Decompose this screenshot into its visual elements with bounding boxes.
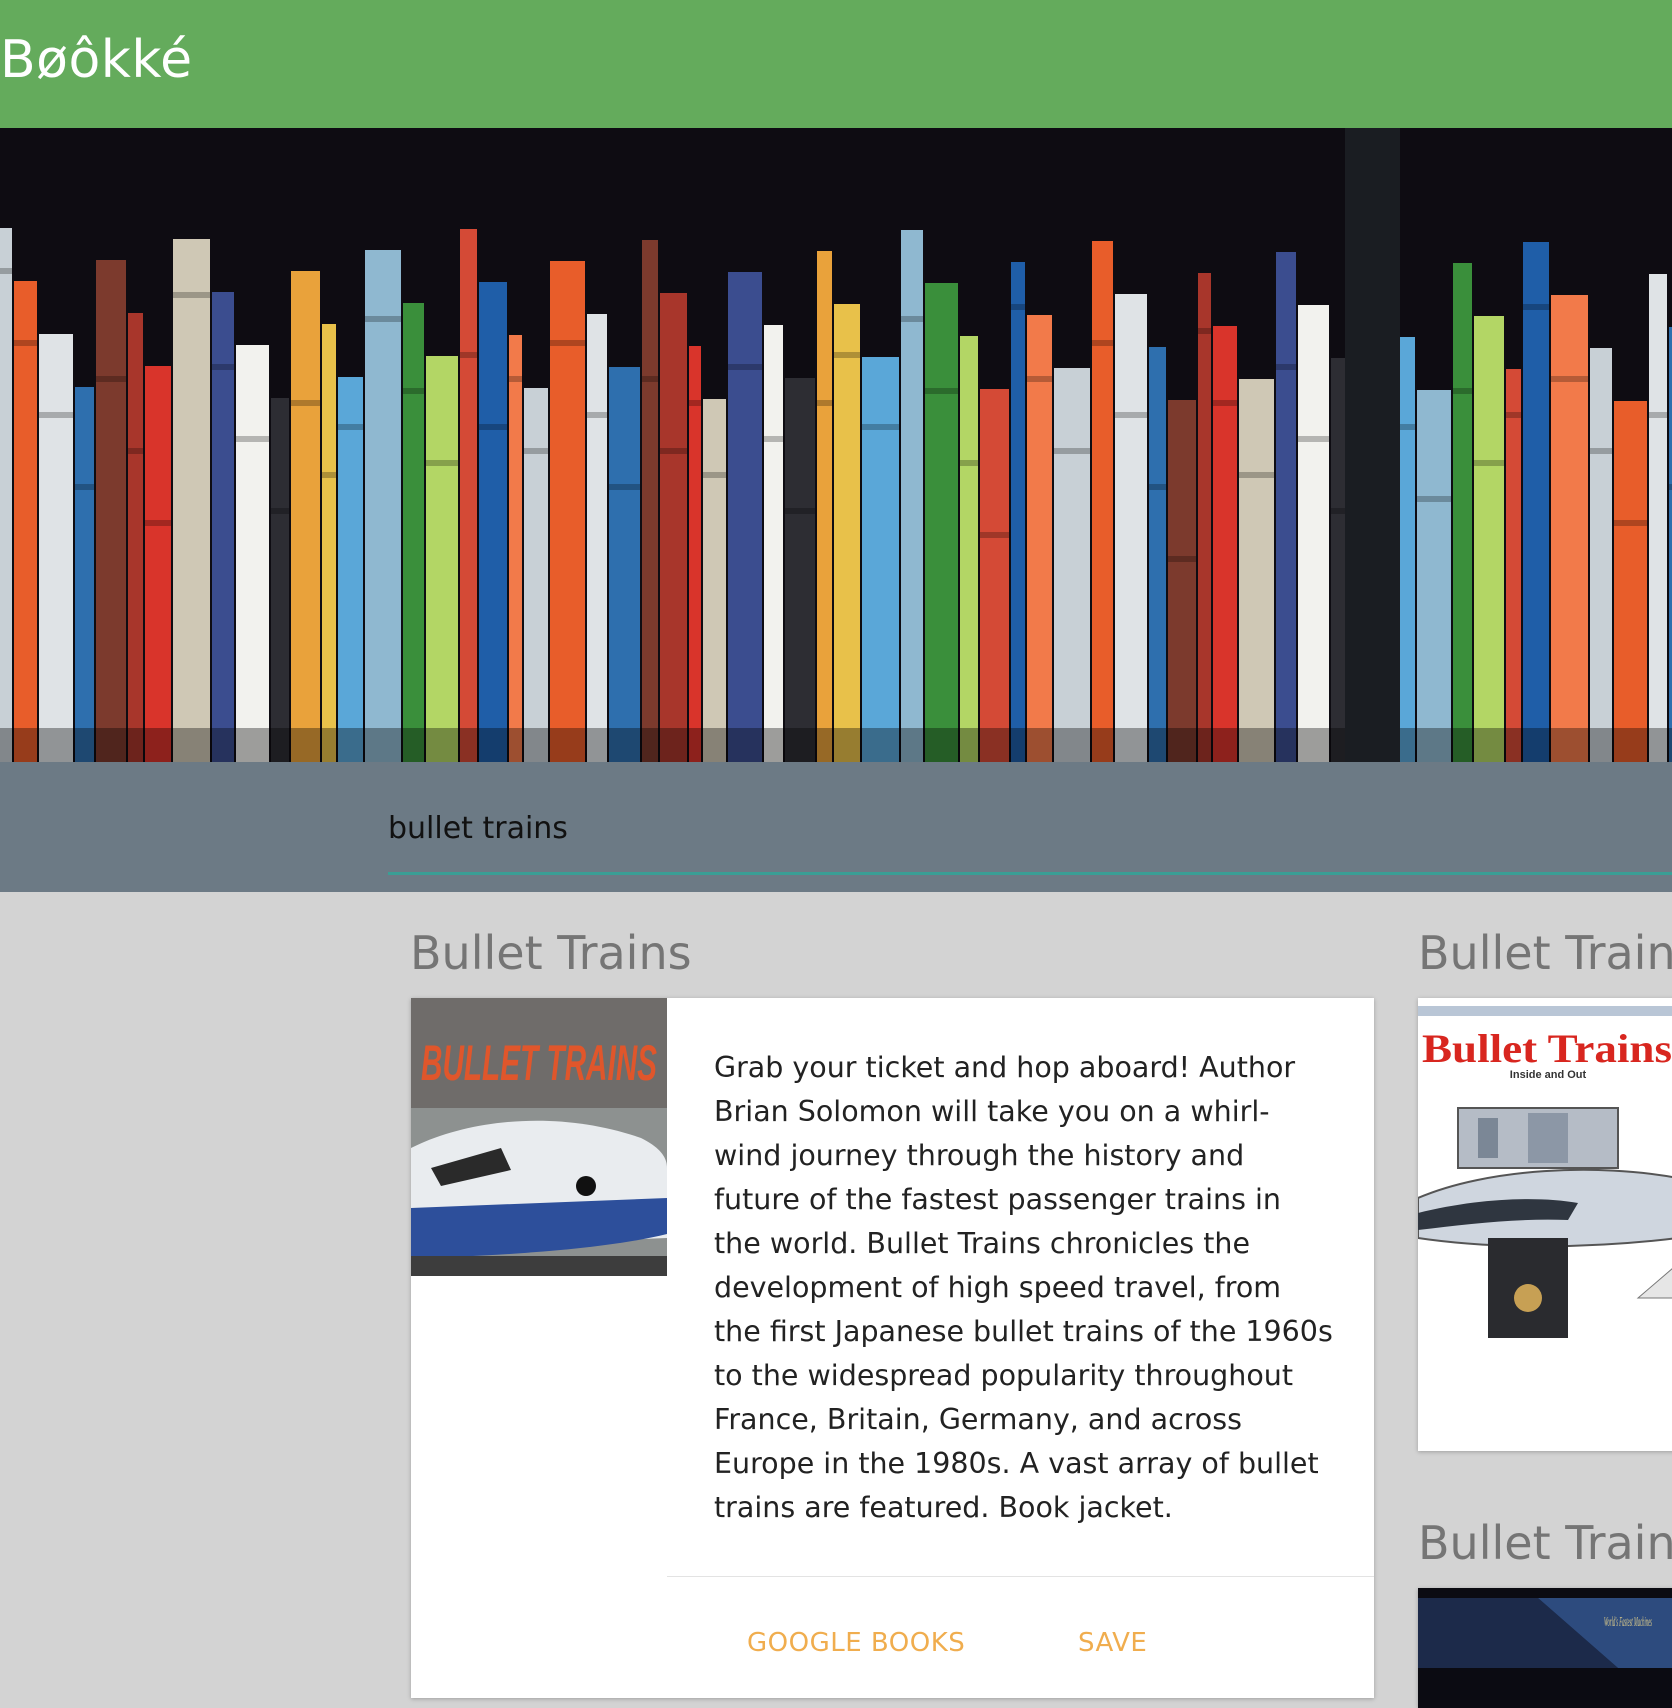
book-cover-subtitle: Inside and Out [1510,1069,1587,1081]
book-spine [1417,390,1451,762]
book-spine [75,387,94,762]
book-spine [834,304,860,762]
app-bar: Βøôkké [0,0,1672,128]
book-spine [764,325,783,762]
book-spine [1523,242,1549,762]
book-spine [1506,369,1521,762]
book-spine [1453,263,1472,762]
book-spine [689,346,701,762]
book-cover-image[interactable]: Bullet Trains Inside and Out [1418,998,1672,1344]
book-spine [128,313,143,762]
book-spine [1276,252,1296,762]
book-spine [728,272,762,762]
book-cover-title: BULLET TRAINS [421,1035,657,1091]
book-cover-image[interactable]: BULLET TRAINS [411,998,667,1276]
book-spine [1551,295,1588,762]
book-spine [96,260,126,762]
book-card: BULLET TRAINS Grab your ticket and hop a… [411,998,1374,1698]
book-spine [817,251,832,762]
book-spine [642,240,658,762]
book-card: World's Fastest Machines [1418,1588,1672,1708]
book-spine [426,356,458,762]
book-cover-title: Bullet Trains [1422,1026,1672,1071]
book-spine [1213,326,1237,762]
book-spine [609,367,640,762]
book-spine [1115,294,1147,762]
book-spine [212,292,234,762]
book-spine [550,261,585,762]
book-spine [271,398,289,762]
book-spine [1474,316,1504,762]
book-spine [1331,358,1347,762]
book-spine [365,250,401,762]
book-spine [39,334,73,762]
book-spine [1198,273,1211,762]
book-spine [173,239,210,762]
book-spine [479,282,507,762]
book-spine [145,366,171,762]
book-spine [980,389,1009,762]
result-title: Bullet Trains [1418,1516,1672,1570]
book-spine [460,229,477,762]
hero-bookshelf-image [0,128,1672,762]
search-input[interactable] [388,800,1672,856]
book-spine [785,378,815,762]
book-spine [403,303,424,762]
book-card: Bullet Trains Inside and Out [1418,998,1672,1451]
book-spine [960,336,978,762]
result-title: Bullet Trains [1418,926,1672,980]
book-spine [1027,315,1052,762]
book-spine [587,314,607,762]
book-cover-image[interactable]: World's Fastest Machines [1418,1588,1672,1708]
app-title[interactable]: Βøôkké [0,30,193,90]
book-spine [0,228,12,762]
book-spine [524,388,548,762]
book-spine [1614,401,1647,762]
book-spine [14,281,37,762]
book-spine [901,230,923,762]
save-button[interactable]: SAVE [1078,1628,1147,1658]
book-spine [338,377,363,762]
book-spine [1168,400,1196,762]
book-spine [925,283,958,762]
bookshelf-illustration [0,128,1672,762]
book-cover-title: World's Fastest Machines [1604,1615,1652,1630]
book-spine [322,324,336,762]
book-spine [862,357,899,762]
book-description: Grab your ticket and hop aboard! Author … [714,1051,1333,1524]
book-spine [236,345,269,762]
book-spine [1092,241,1113,762]
book-spine [703,399,726,762]
book-spine [1239,379,1274,762]
google-books-button[interactable]: GOOGLE BOOKS [747,1628,965,1658]
book-spine [1590,348,1612,762]
book-spine [1149,347,1166,762]
result-title: Bullet Trains [410,926,692,980]
search-underline [388,872,1672,875]
book-spine [509,335,522,762]
book-spine [1011,262,1025,762]
book-spine [1054,368,1090,762]
book-spine [660,293,687,762]
card-divider [667,1576,1374,1577]
book-spine [291,271,320,762]
book-spine [1649,274,1667,762]
book-spine [1298,305,1329,762]
